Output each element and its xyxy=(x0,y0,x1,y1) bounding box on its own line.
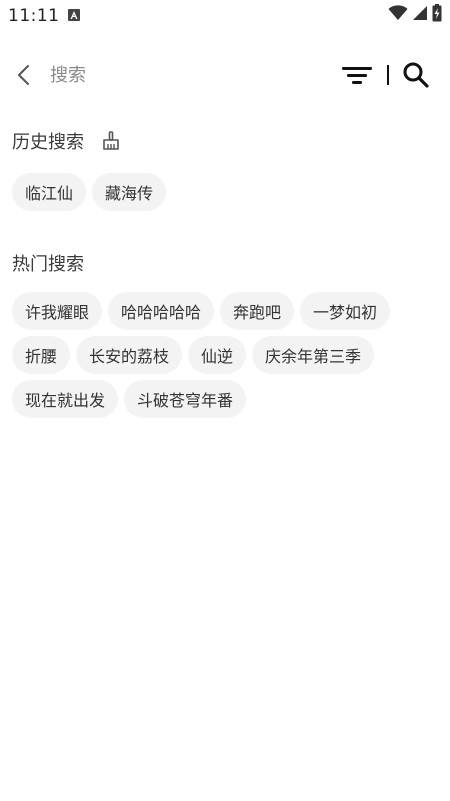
hot-chip[interactable]: 折腰 xyxy=(12,336,71,374)
back-button[interactable] xyxy=(10,61,38,89)
hot-chip[interactable]: 长安的荔枝 xyxy=(76,336,183,374)
history-chip[interactable]: 临江仙 xyxy=(12,173,87,211)
clear-history-button[interactable] xyxy=(100,130,122,152)
history-list: 临江仙 藏海传 xyxy=(12,173,167,211)
chevron-left-icon xyxy=(18,65,29,85)
search-bar xyxy=(0,50,450,100)
hot-row-2: 折腰 长安的荔枝 仙逆 庆余年第三季 xyxy=(12,336,375,374)
hot-chip[interactable]: 一梦如初 xyxy=(300,292,391,330)
history-header: 历史搜索 xyxy=(12,126,122,156)
battery-charging-icon xyxy=(432,4,442,26)
broom-icon xyxy=(103,131,119,150)
hot-title: 热门搜索 xyxy=(12,254,84,275)
hot-chip[interactable]: 斗破苍穹年番 xyxy=(124,380,247,418)
status-bar: 11:11 xyxy=(0,0,450,32)
toolbar-divider xyxy=(387,65,389,85)
status-time: 11:11 xyxy=(8,6,60,26)
hot-chip[interactable]: 奔跑吧 xyxy=(220,292,295,330)
filter-button[interactable] xyxy=(340,61,374,89)
filter-icon xyxy=(342,67,372,84)
cell-signal-icon xyxy=(412,5,428,25)
hot-header: 热门搜索 xyxy=(12,248,84,278)
search-input[interactable] xyxy=(50,60,310,90)
search-icon xyxy=(403,62,429,88)
wifi-icon xyxy=(388,5,408,25)
hot-chip[interactable]: 许我耀眼 xyxy=(12,292,103,330)
history-chip[interactable]: 藏海传 xyxy=(92,173,167,211)
hot-chip[interactable]: 仙逆 xyxy=(188,336,247,374)
hot-chip[interactable]: 现在就出发 xyxy=(12,380,119,418)
search-page: 11:11 搜索 历史搜索 临江仙 藏海传 热门搜索 许我耀眼 哈哈哈哈哈 奔跑… xyxy=(0,0,450,801)
search-button[interactable] xyxy=(400,60,432,90)
app-notification-icon xyxy=(68,9,80,21)
status-icons xyxy=(388,4,442,26)
hot-row-3: 现在就出发 斗破苍穹年番 xyxy=(12,380,247,418)
hot-chip[interactable]: 哈哈哈哈哈 xyxy=(108,292,215,330)
hot-chip[interactable]: 庆余年第三季 xyxy=(252,336,375,374)
hot-row-1: 许我耀眼 哈哈哈哈哈 奔跑吧 一梦如初 xyxy=(12,292,391,330)
history-title: 历史搜索 xyxy=(12,132,84,153)
